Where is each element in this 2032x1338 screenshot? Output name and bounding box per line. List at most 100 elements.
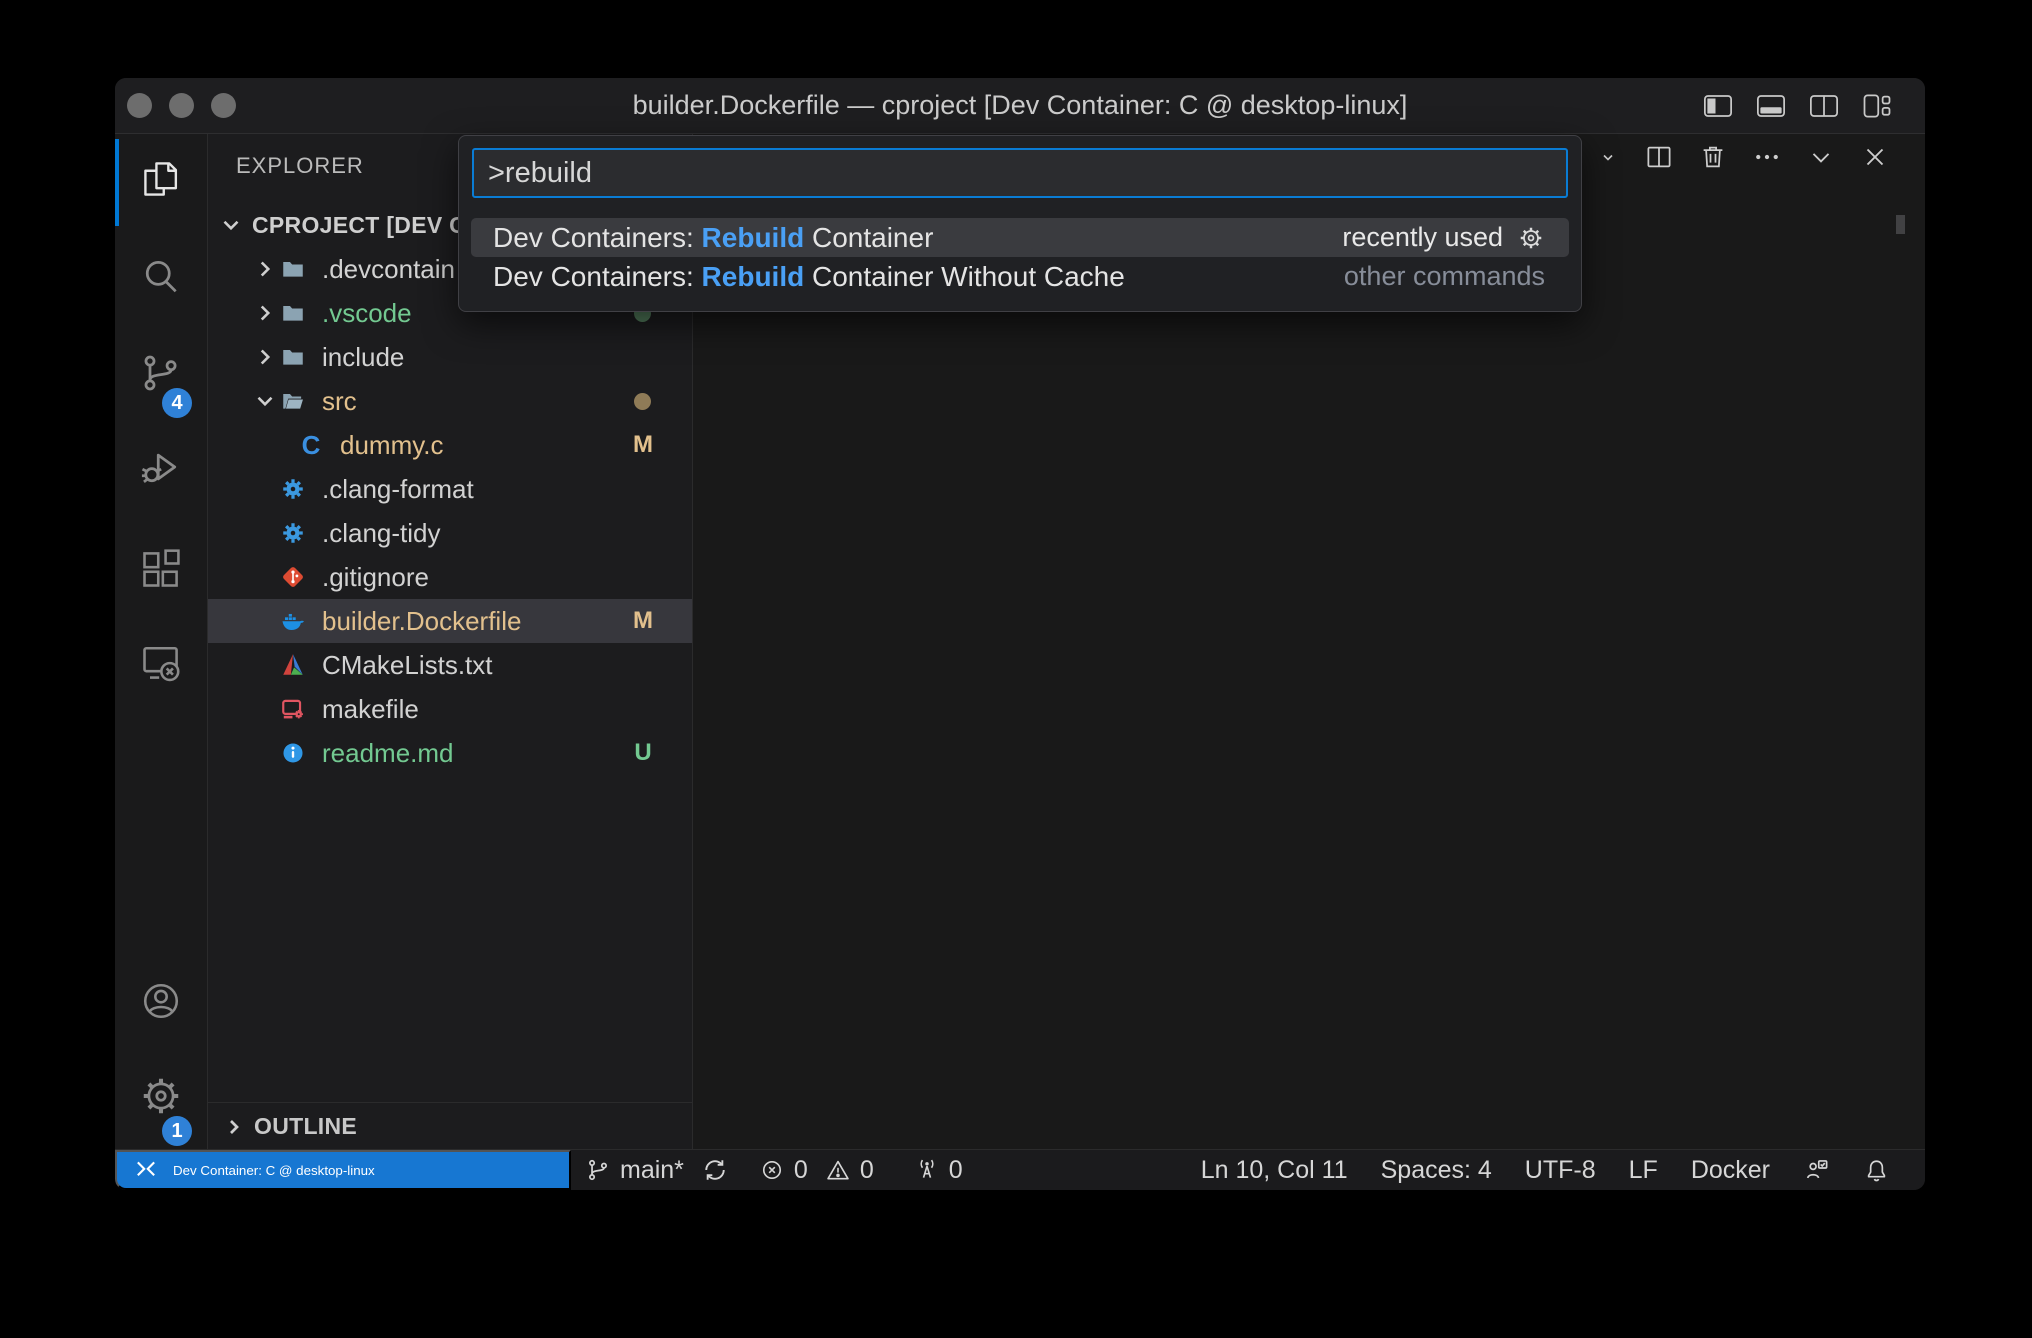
hide-panel-chevron-icon[interactable]	[1806, 142, 1836, 172]
remote-explorer-icon	[139, 640, 183, 684]
tree-item-builder-dockerfile[interactable]: builder.Dockerfile M	[208, 599, 692, 643]
chevron-collapsed-icon	[252, 256, 278, 282]
desktop-background: builder.Dockerfile — cproject [Dev Conta…	[0, 0, 2032, 1338]
outline-label: OUTLINE	[254, 1113, 357, 1140]
command-palette-input[interactable]: >rebuild	[472, 148, 1568, 198]
info-icon	[280, 740, 306, 766]
sidebar-item-source-control[interactable]: 4	[115, 327, 207, 419]
command-palette: >rebuild Dev Containers: Rebuild Contain…	[458, 135, 1582, 312]
result-label: Dev Containers: Rebuild Container	[493, 222, 933, 254]
close-panel-icon[interactable]	[1860, 142, 1890, 172]
tree-item-readme[interactable]: readme.md U	[208, 731, 692, 775]
tree-item-label: makefile	[322, 694, 419, 725]
tree-item-gitignore[interactable]: .gitignore	[208, 555, 692, 599]
chevron-expanded-icon	[252, 388, 278, 414]
tree-item-label: .devcontain	[322, 254, 455, 285]
match-highlight: Rebuild	[702, 261, 805, 292]
ports-status-item[interactable]: 0	[914, 1156, 963, 1185]
chevron-collapsed-icon	[252, 300, 278, 326]
sidebar-item-explorer[interactable]	[115, 133, 207, 225]
eol-item[interactable]: LF	[1629, 1156, 1658, 1185]
sync-icon	[701, 1156, 729, 1184]
makefile-icon	[280, 696, 306, 722]
tree-item-label: .clang-tidy	[322, 518, 441, 549]
tree-item-src[interactable]: src	[208, 379, 692, 423]
blue-gear-icon	[280, 476, 306, 502]
sidebar-item-search[interactable]	[115, 231, 207, 323]
cursor-position-item[interactable]: Ln 10, Col 11	[1201, 1156, 1348, 1185]
tree-item-makefile[interactable]: makefile	[208, 687, 692, 731]
tree-item-cmakelists[interactable]: CMakeLists.txt	[208, 643, 692, 687]
tree-item-label: src	[322, 386, 357, 417]
sidebar-item-run-debug[interactable]	[115, 421, 207, 513]
status-right-items: Ln 10, Col 11 Spaces: 4 UTF-8 LF Docker	[1201, 1156, 1925, 1185]
toggle-primary-sidebar-icon[interactable]	[1703, 92, 1733, 120]
problems-status-item[interactable]: 0 0	[759, 1156, 874, 1185]
more-actions-icon[interactable]	[1752, 142, 1782, 172]
minimize-window-button[interactable]	[169, 93, 194, 118]
git-branch-icon	[585, 1157, 611, 1183]
configure-keybinding-gear-icon[interactable]	[1517, 224, 1545, 252]
encoding-item[interactable]: UTF-8	[1525, 1156, 1596, 1185]
tree-item-label: readme.md	[322, 738, 454, 769]
tree-item-include[interactable]: include	[208, 335, 692, 379]
terminal-dropdown-chevron-icon[interactable]	[1596, 145, 1620, 169]
tree-item-clang-format[interactable]: .clang-format	[208, 467, 692, 511]
palette-result-rebuild-without-cache[interactable]: Dev Containers: Rebuild Container Withou…	[471, 257, 1569, 296]
vscode-window: builder.Dockerfile — cproject [Dev Conta…	[115, 78, 1925, 1190]
status-bar: Dev Container: C @ desktop-linux main* 0…	[115, 1149, 1925, 1190]
tree-item-label: dummy.c	[340, 430, 444, 461]
close-window-button[interactable]	[127, 93, 152, 118]
accounts-button[interactable]	[115, 955, 207, 1047]
tree-item-clang-tidy[interactable]: .clang-tidy	[208, 511, 692, 555]
indentation-item[interactable]: Spaces: 4	[1381, 1156, 1492, 1185]
remote-indicator[interactable]: Dev Container: C @ desktop-linux	[115, 1150, 571, 1190]
folder-icon	[280, 300, 306, 326]
kill-terminal-trash-icon[interactable]	[1698, 142, 1728, 172]
toggle-secondary-sidebar-icon[interactable]	[1809, 92, 1839, 120]
zoom-window-button[interactable]	[211, 93, 236, 118]
split-terminal-icon[interactable]	[1644, 142, 1674, 172]
sidebar-item-extensions[interactable]	[115, 523, 207, 615]
palette-result-rebuild-container[interactable]: Dev Containers: Rebuild Container recent…	[471, 218, 1569, 257]
errors-count: 0	[794, 1156, 808, 1185]
remote-icon	[132, 1156, 160, 1184]
tree-item-dummy-c[interactable]: C dummy.c M	[208, 423, 692, 467]
notifications-bell-icon[interactable]	[1863, 1157, 1890, 1184]
feedback-icon[interactable]	[1803, 1157, 1830, 1184]
extensions-icon	[139, 547, 183, 591]
command-query: >rebuild	[488, 157, 592, 190]
window-controls	[127, 78, 236, 133]
match-highlight: Rebuild	[702, 222, 805, 253]
chevron-collapsed-icon	[222, 1115, 246, 1139]
language-mode-item[interactable]: Docker	[1691, 1156, 1770, 1185]
branch-status-item[interactable]: main*	[585, 1156, 729, 1185]
activity-bar: 4	[115, 134, 208, 1150]
git-status-badge: M	[628, 431, 658, 459]
settings-button[interactable]: 1	[115, 1050, 207, 1142]
window-title: builder.Dockerfile — cproject [Dev Conta…	[365, 78, 1675, 133]
folder-open-icon	[280, 388, 306, 414]
outline-section-header[interactable]: OUTLINE	[208, 1102, 692, 1150]
run-debug-icon	[139, 445, 183, 489]
layout-controls	[1703, 78, 1892, 133]
toggle-panel-icon[interactable]	[1756, 92, 1786, 120]
branch-label: main*	[620, 1156, 684, 1185]
warnings-icon	[825, 1157, 851, 1183]
result-meta: recently used	[1342, 222, 1503, 253]
result-meta: other commands	[1344, 261, 1545, 292]
chevron-collapsed-icon	[252, 344, 278, 370]
cmake-icon	[280, 652, 306, 678]
docker-whale-icon	[280, 608, 306, 634]
tree-item-label: .clang-format	[322, 474, 474, 505]
tree-item-label: .gitignore	[322, 562, 429, 593]
scrollbar-thumb[interactable]	[1896, 215, 1905, 234]
customize-layout-icon[interactable]	[1862, 92, 1892, 120]
title-bar: builder.Dockerfile — cproject [Dev Conta…	[115, 78, 1925, 134]
warnings-count: 0	[860, 1156, 874, 1185]
radio-tower-icon	[914, 1157, 940, 1183]
settings-badge: 1	[162, 1116, 192, 1146]
sidebar-item-remote-explorer[interactable]	[115, 616, 207, 708]
git-modified-dot	[634, 393, 651, 410]
tree-item-label: CMakeLists.txt	[322, 650, 493, 681]
